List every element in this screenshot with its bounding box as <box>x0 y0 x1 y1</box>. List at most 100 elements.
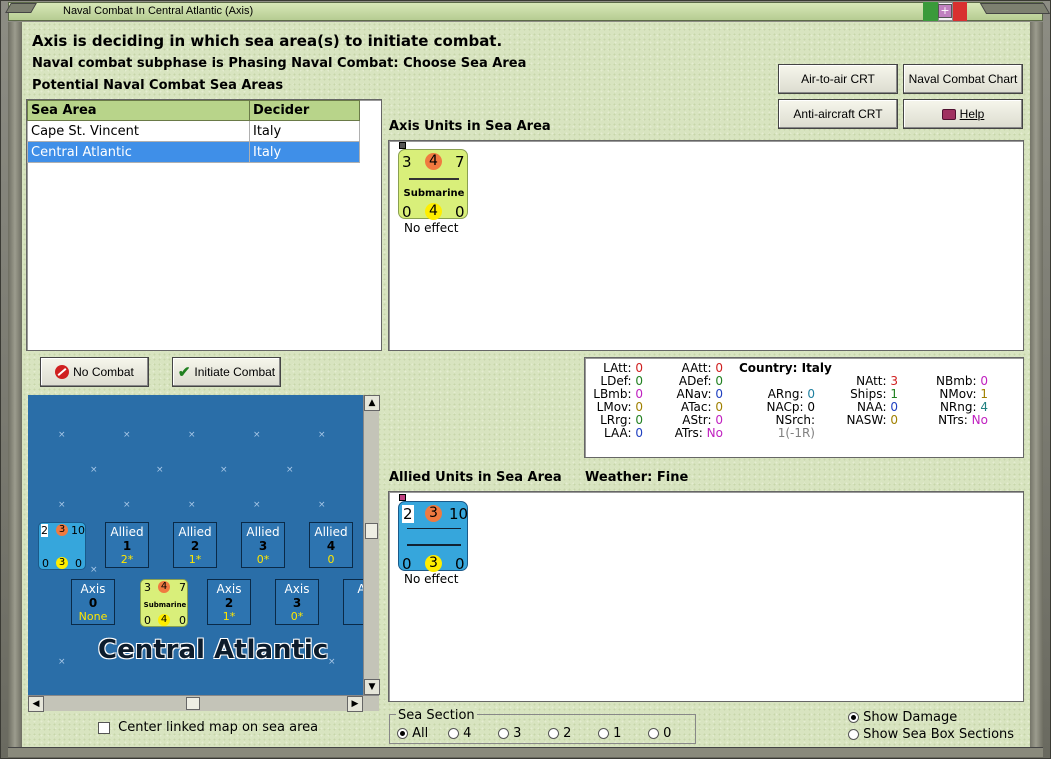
scroll-thumb[interactable] <box>365 523 378 539</box>
box-value: 1* <box>222 610 236 623</box>
axis-units-panel[interactable]: 3 4 7 Submarine 0 4 0 No effect <box>388 140 1024 351</box>
allied-ship-counter[interactable]: 2 3 10 0 3 0 <box>398 501 469 573</box>
stat-value: 0 <box>715 361 723 375</box>
radio[interactable] <box>598 728 609 739</box>
show-sections-radio[interactable] <box>848 729 859 740</box>
stat-value: 0 <box>635 426 643 440</box>
wave-mark-icon: × <box>90 465 98 475</box>
stat-key: ATac: <box>680 400 716 414</box>
radio[interactable] <box>548 728 559 739</box>
map-vertical-scrollbar[interactable]: ▲ ▼ <box>363 395 380 695</box>
stat-key: ADef: <box>678 374 716 388</box>
allied-unit-status: No effect <box>404 572 459 586</box>
counter-bottom-right: 0 <box>455 203 465 221</box>
sea-section-option-3[interactable]: 3 <box>498 726 521 741</box>
scroll-down-icon[interactable]: ▼ <box>364 679 380 695</box>
scroll-up-icon[interactable]: ▲ <box>364 395 380 411</box>
center-linked-option[interactable]: Center linked map on sea area <box>98 720 318 735</box>
sea-section-option-all[interactable]: All <box>397 726 428 741</box>
anti-aircraft-crt-button[interactable]: Anti-aircraft CRT <box>778 99 898 129</box>
box-value: 1* <box>188 553 202 566</box>
allied-sea-box-2[interactable]: Allied 2 1* <box>173 522 217 568</box>
counter-top-right: 10 <box>449 505 469 523</box>
sea-area-cell: Cape St. Vincent <box>27 120 250 142</box>
air-to-air-crt-button[interactable]: Air-to-air CRT <box>778 64 898 94</box>
sea-section-option-4[interactable]: 4 <box>448 726 471 741</box>
table-row[interactable]: Cape St. Vincent Italy <box>27 120 360 142</box>
sea-section-option-0[interactable]: 0 <box>648 726 671 741</box>
counter-top-left: 2 <box>402 505 414 523</box>
scroll-left-icon[interactable]: ◀ <box>28 696 44 712</box>
counter-bottom-mid: 4 <box>158 614 170 626</box>
box-value: 0* <box>256 553 270 566</box>
column-header-sea-area[interactable]: Sea Area <box>27 100 250 121</box>
sea-area-map[interactable]: × × × × × × × × × × × × × × × × × Allied 1 2* Allied 2 1… <box>28 395 363 695</box>
radio-label: 4 <box>463 726 472 741</box>
no-entry-icon <box>55 365 70 379</box>
stat-key: LAA: <box>604 426 636 440</box>
plus-icon[interactable]: + <box>938 4 952 18</box>
potential-areas-label: Potential Naval Combat Sea Areas <box>32 78 284 93</box>
axis-units-label: Axis Units in Sea Area <box>389 119 551 134</box>
sea-section-title: Sea Section <box>396 708 477 723</box>
map-horizontal-scrollbar[interactable]: ◀ ▶ <box>28 695 379 712</box>
allied-sea-box-3[interactable]: Allied 3 0* <box>241 522 285 568</box>
axis-sea-box-partial[interactable]: Ax <box>343 579 363 625</box>
sea-area-list[interactable]: Sea Area Decider Cape St. Vincent Italy … <box>26 99 382 351</box>
show-damage-radio[interactable] <box>848 712 859 723</box>
box-number: 1 <box>122 539 132 553</box>
allied-sea-box-4[interactable]: Allied 4 0 <box>309 522 353 568</box>
box-label: Allied <box>110 525 144 539</box>
scroll-thumb[interactable] <box>186 697 200 710</box>
axis-sea-box-3[interactable]: Axis 3 0* <box>275 579 319 625</box>
map-allied-counter[interactable]: 2 3 10 0 3 0 <box>38 522 86 570</box>
radio-label: 2 <box>563 726 572 741</box>
show-damage-option[interactable]: Show Damage <box>848 710 957 725</box>
counter-bottom-right: 0 <box>75 557 82 570</box>
radio[interactable] <box>448 728 459 739</box>
counter-top-mid: 3 <box>425 505 442 522</box>
wave-mark-icon: × <box>58 657 66 667</box>
counter-bottom-left: 0 <box>144 614 151 627</box>
axis-sea-box-2[interactable]: Axis 2 1* <box>207 579 251 625</box>
counter-bottom-mid: 3 <box>56 557 68 569</box>
stat-value: 1(-1R) <box>777 426 815 440</box>
counter-top-right: 7 <box>179 581 186 594</box>
initiate-combat-button[interactable]: ✔ Initiate Combat <box>172 357 281 387</box>
radio-label: All <box>412 726 429 741</box>
help-button[interactable]: Help <box>903 99 1023 129</box>
center-linked-checkbox[interactable] <box>98 721 110 734</box>
stats-col-2: AAtt: 0 ADef: 0 ANav: 0 ATac: 0 AStr: 0 ATrs:… <box>673 362 723 440</box>
wave-mark-icon: × <box>58 430 66 440</box>
wave-mark-icon: × <box>123 430 131 440</box>
wave-mark-icon: × <box>156 465 164 475</box>
wave-mark-icon: × <box>58 500 66 510</box>
axis-sea-box-0[interactable]: Axis 0 None <box>71 579 115 625</box>
sea-section-option-2[interactable]: 2 <box>548 726 571 741</box>
radio[interactable] <box>648 728 659 739</box>
no-combat-button[interactable]: No Combat <box>40 357 149 387</box>
stat-value: 0 <box>980 374 988 388</box>
column-header-decider[interactable]: Decider <box>249 100 360 121</box>
sea-section-option-1[interactable]: 1 <box>598 726 621 741</box>
stat-row: NTrs: No <box>930 414 988 427</box>
show-sea-box-sections-option[interactable]: Show Sea Box Sections <box>848 727 1014 742</box>
counter-unit-name: Submarine <box>403 188 465 199</box>
counter-top-mid: 4 <box>158 581 170 593</box>
submarine-counter[interactable]: 3 4 7 Submarine 0 4 0 <box>398 149 468 221</box>
box-value: None <box>78 610 108 623</box>
radio-selected[interactable] <box>397 728 408 739</box>
wave-mark-icon: × <box>286 465 294 475</box>
radio[interactable] <box>498 728 509 739</box>
stat-key: NAA: <box>856 400 891 414</box>
table-row-selected[interactable]: Central Atlantic Italy <box>27 141 360 163</box>
naval-combat-chart-button[interactable]: Naval Combat Chart <box>903 64 1023 94</box>
box-number: 2 <box>190 539 200 553</box>
stat-key: LAtt: <box>603 361 636 375</box>
allied-sea-box-1[interactable]: Allied 1 2* <box>105 522 149 568</box>
map-submarine-counter[interactable]: 3 4 7 Submarine 0 4 0 <box>140 579 188 627</box>
scroll-right-icon[interactable]: ▶ <box>347 696 363 712</box>
allied-units-panel[interactable]: 2 3 10 0 3 0 No effect <box>388 491 1024 702</box>
battleship-icon <box>407 528 461 546</box>
stat-key: NASW: <box>846 413 891 427</box>
